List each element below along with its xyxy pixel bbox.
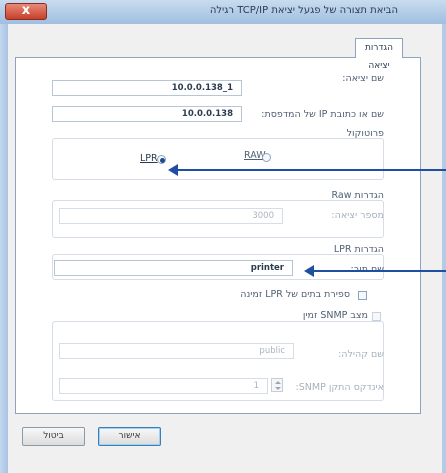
queue-name-input[interactable]: printer: [54, 260, 293, 276]
snmp-status-label: מצב SNMP זמין: [302, 310, 368, 321]
annotation-arrowhead-queue: [304, 265, 314, 277]
device-index-input[interactable]: 1: [59, 378, 268, 394]
community-name-input[interactable]: public: [59, 343, 294, 359]
annotation-arrowhead-protocol: [168, 164, 178, 176]
annotation-arrow-protocol: [176, 169, 446, 171]
window-title: הביאת תצורה של פגעל יציאת TCP/IP רגילה: [209, 5, 398, 16]
annotation-arrow-queue: [312, 270, 446, 272]
tab-port-settings[interactable]: הגדרות יציאה: [355, 38, 403, 71]
lpr-byte-counting-label: ספירת בתים של LPR זמינה: [240, 289, 350, 300]
raw-radio[interactable]: [262, 153, 271, 162]
ok-button[interactable]: אישור: [98, 427, 161, 446]
close-button[interactable]: x: [5, 3, 47, 20]
snmp-status-checkbox[interactable]: [372, 312, 381, 321]
device-index-label: אינדקס התקן SNMP:: [295, 382, 384, 393]
printer-address-label: שם או כתובת IP של המדפסת:: [261, 109, 384, 120]
port-number-label: מספר יציאה:: [331, 210, 384, 221]
community-name-label: שם קהילה:: [338, 349, 384, 360]
window-frame-left: [0, 24, 8, 473]
device-index-spinner[interactable]: [271, 378, 283, 392]
port-number-input[interactable]: 3000: [59, 208, 283, 224]
lpr-byte-counting-checkbox[interactable]: [358, 291, 367, 300]
printer-address-input[interactable]: 10.0.0.138: [52, 106, 242, 122]
window-frame-right: [442, 24, 446, 473]
protocol-group: [52, 138, 384, 180]
cancel-button[interactable]: ביטול: [22, 427, 85, 446]
lpr-radio[interactable]: [157, 155, 166, 164]
lpr-option-label: LPR: [140, 153, 158, 164]
port-name-input[interactable]: 10.0.0.138_1: [52, 80, 242, 96]
port-name-label: שם יציאה:: [342, 73, 384, 84]
